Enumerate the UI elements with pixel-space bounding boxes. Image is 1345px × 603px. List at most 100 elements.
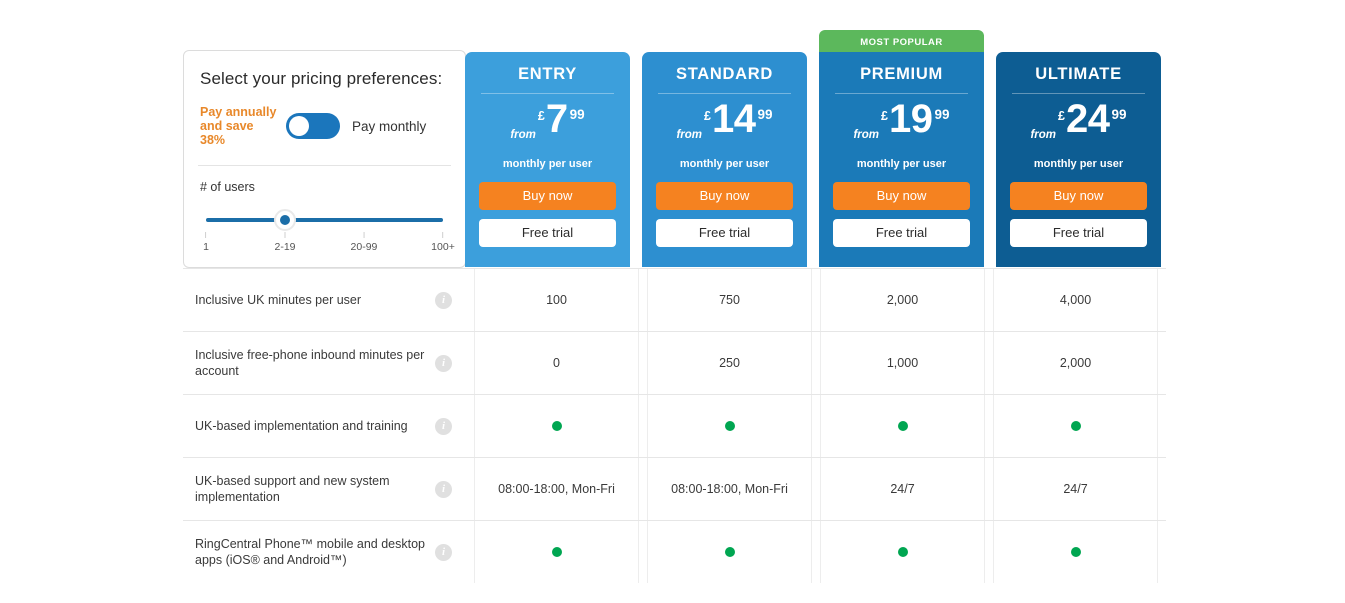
- column-gap: [812, 395, 820, 457]
- users-slider-track[interactable]: [206, 218, 443, 222]
- free-trial-button[interactable]: Free trial: [656, 219, 793, 247]
- pay-monthly-label: Pay monthly: [352, 119, 426, 134]
- tick-mark: [363, 232, 364, 238]
- info-icon[interactable]: i: [435, 355, 452, 372]
- plan-card-premium[interactable]: PREMIUM from £ 19 99 monthly per user Bu…: [819, 52, 984, 267]
- included-dot-icon: [725, 547, 735, 557]
- column-gap: [466, 269, 474, 331]
- slider-tick-label: 2-19: [274, 241, 295, 253]
- toggle-knob: [289, 116, 309, 136]
- plan-card-entry[interactable]: ENTRY from £ 7 99 monthly per user Buy n…: [465, 52, 630, 267]
- feature-label: Inclusive UK minutes per user: [195, 292, 435, 308]
- number-of-users-label: # of users: [184, 166, 465, 194]
- slider-tick-label: 100+: [431, 241, 455, 253]
- info-icon[interactable]: i: [435, 418, 452, 435]
- column-gap: [639, 458, 647, 520]
- most-popular-badge: MOST POPULAR: [819, 30, 984, 54]
- currency-symbol: £: [1058, 109, 1065, 123]
- feature-label: RingCentral Phone™ mobile and desktop ap…: [195, 536, 435, 568]
- info-icon[interactable]: i: [435, 544, 452, 561]
- table-row: Inclusive UK minutes per useri1007502,00…: [183, 268, 1166, 331]
- plan-card-standard[interactable]: STANDARD from £ 14 99 monthly per user B…: [642, 52, 807, 267]
- feature-value-cell: [993, 395, 1158, 457]
- slider-tick-1[interactable]: 1: [203, 232, 209, 253]
- column-gap: [985, 521, 993, 583]
- slider-tick-100plus[interactable]: 100+: [431, 232, 455, 253]
- price-from-label: from: [1030, 129, 1056, 141]
- free-trial-button[interactable]: Free trial: [479, 219, 616, 247]
- users-slider-handle[interactable]: [274, 209, 296, 231]
- free-trial-button[interactable]: Free trial: [1010, 219, 1147, 247]
- buy-now-button[interactable]: Buy now: [833, 182, 970, 210]
- included-dot-icon: [1071, 421, 1081, 431]
- plan-name: PREMIUM: [819, 52, 984, 84]
- free-trial-button[interactable]: Free trial: [833, 219, 970, 247]
- info-icon[interactable]: i: [435, 292, 452, 309]
- column-gap: [466, 458, 474, 520]
- plan-price: from £ 19 99: [819, 100, 984, 162]
- price-cents: 99: [1111, 107, 1126, 122]
- info-icon[interactable]: i: [435, 481, 452, 498]
- feature-label: UK-based support and new system implemen…: [195, 473, 435, 505]
- column-gap: [466, 332, 474, 394]
- feature-value-cell: 1,000: [820, 332, 985, 394]
- table-row: RingCentral Phone™ mobile and desktop ap…: [183, 520, 1166, 583]
- feature-comparison-table: Inclusive UK minutes per useri1007502,00…: [183, 268, 1166, 583]
- table-row: UK-based implementation and trainingi: [183, 394, 1166, 457]
- currency-symbol: £: [704, 109, 711, 123]
- feature-label-cell: UK-based implementation and trainingi: [183, 395, 466, 457]
- users-slider[interactable]: 1 2-19 20-99 100+: [206, 210, 443, 256]
- column-gap: [639, 269, 647, 331]
- buy-now-button[interactable]: Buy now: [479, 182, 616, 210]
- feature-label-cell: Inclusive UK minutes per useri: [183, 269, 466, 331]
- slider-tick-2-19[interactable]: 2-19: [274, 232, 295, 253]
- included-dot-icon: [725, 421, 735, 431]
- feature-value-cell: [820, 521, 985, 583]
- price-from-label: from: [676, 129, 702, 141]
- tick-mark: [284, 232, 285, 238]
- feature-value-cell: [820, 395, 985, 457]
- column-gap: [812, 332, 820, 394]
- column-gap: [639, 332, 647, 394]
- plan-price: from £ 7 99: [465, 100, 630, 162]
- column-gap: [466, 395, 474, 457]
- feature-value-cell: [993, 521, 1158, 583]
- feature-value-cell: 750: [647, 269, 812, 331]
- slider-tick-20-99[interactable]: 20-99: [351, 232, 378, 253]
- column-gap: [985, 269, 993, 331]
- column-gap: [812, 269, 820, 331]
- feature-value-cell: 4,000: [993, 269, 1158, 331]
- slider-tick-label: 1: [203, 241, 209, 253]
- plan-title-divider: [835, 93, 968, 94]
- plan-title-divider: [658, 93, 791, 94]
- pricing-preferences-panel: Select your pricing preferences: Pay ann…: [183, 50, 466, 268]
- pay-annually-label: Pay annually and save 38%: [200, 105, 278, 147]
- pay-annually-line2: and save 38%: [200, 119, 278, 147]
- plan-price: from £ 24 99: [996, 100, 1161, 162]
- billing-period-toggle[interactable]: [286, 113, 340, 139]
- price-amount: 24: [1066, 100, 1110, 138]
- included-dot-icon: [1071, 547, 1081, 557]
- feature-label-cell: RingCentral Phone™ mobile and desktop ap…: [183, 521, 466, 583]
- buy-now-button[interactable]: Buy now: [1010, 182, 1147, 210]
- feature-value-cell: 2,000: [993, 332, 1158, 394]
- feature-value-cell: [474, 521, 639, 583]
- buy-now-button[interactable]: Buy now: [656, 182, 793, 210]
- plan-name: STANDARD: [642, 52, 807, 84]
- plan-name: ULTIMATE: [996, 52, 1161, 84]
- plan-card-ultimate[interactable]: ULTIMATE from £ 24 99 monthly per user B…: [996, 52, 1161, 267]
- currency-symbol: £: [538, 109, 545, 123]
- column-gap: [985, 458, 993, 520]
- plan-title-divider: [1012, 93, 1145, 94]
- included-dot-icon: [552, 421, 562, 431]
- price-cents: 99: [757, 107, 772, 122]
- table-row: Inclusive free-phone inbound minutes per…: [183, 331, 1166, 394]
- table-row: UK-based support and new system implemen…: [183, 457, 1166, 520]
- tick-mark: [206, 232, 207, 238]
- column-gap: [812, 458, 820, 520]
- column-gap: [985, 395, 993, 457]
- currency-symbol: £: [881, 109, 888, 123]
- slider-tick-label: 20-99: [351, 241, 378, 253]
- feature-value-cell: 250: [647, 332, 812, 394]
- price-from-label: from: [510, 129, 536, 141]
